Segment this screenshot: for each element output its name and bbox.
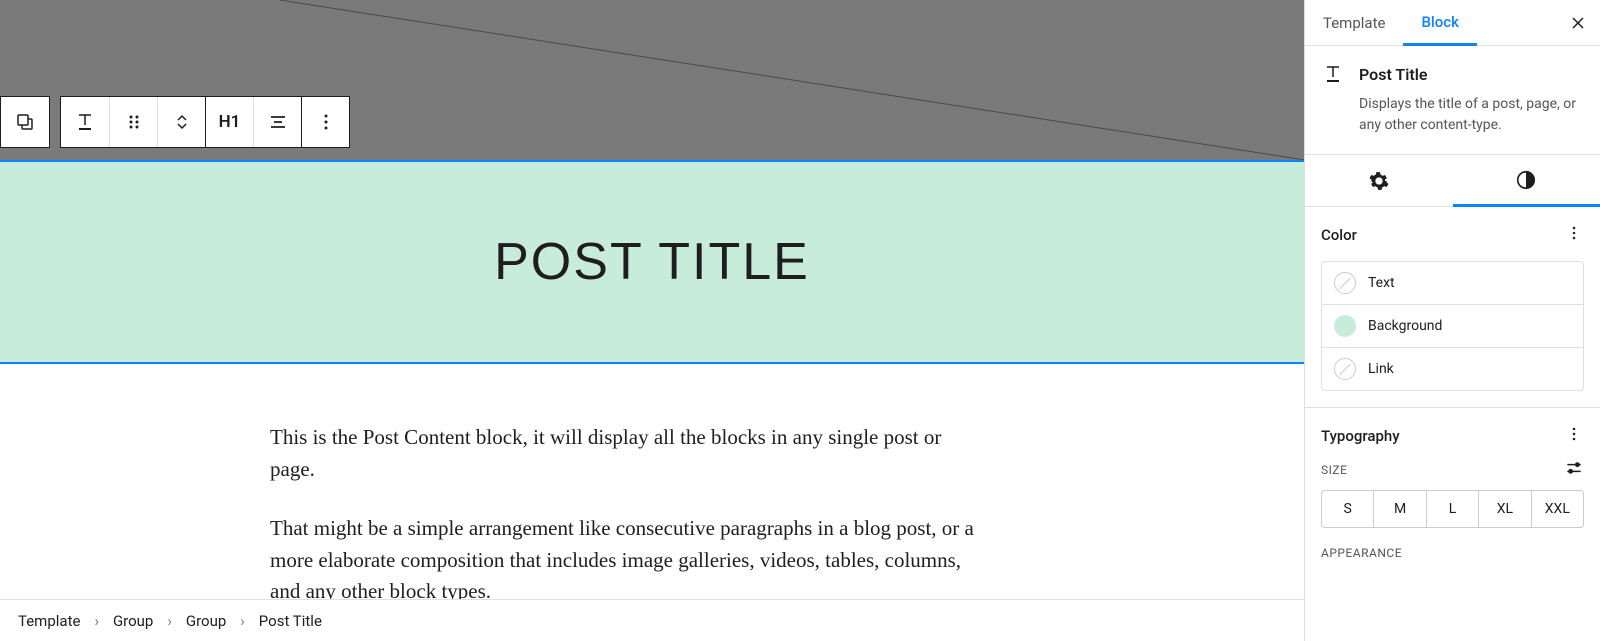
block-toolbar: H1 bbox=[0, 96, 350, 148]
gear-icon bbox=[1368, 170, 1390, 192]
move-updown-button[interactable] bbox=[157, 97, 205, 147]
size-label: SIZE bbox=[1321, 463, 1347, 477]
tab-block[interactable]: Block bbox=[1403, 1, 1476, 46]
template-header-region: H1 bbox=[0, 0, 1304, 160]
post-title-icon bbox=[73, 110, 97, 134]
color-text-label: Text bbox=[1368, 275, 1395, 291]
color-background-row[interactable]: Background bbox=[1322, 304, 1583, 347]
color-background-label: Background bbox=[1368, 318, 1442, 334]
swatch-none-icon bbox=[1334, 272, 1356, 294]
size-l[interactable]: L bbox=[1426, 491, 1478, 527]
swatch-background-icon bbox=[1334, 315, 1356, 337]
content-paragraph: This is the Post Content block, it will … bbox=[270, 422, 980, 485]
size-m[interactable]: M bbox=[1373, 491, 1425, 527]
align-button[interactable] bbox=[253, 97, 301, 147]
settings-subtab[interactable] bbox=[1305, 155, 1453, 206]
post-content-block[interactable]: This is the Post Content block, it will … bbox=[0, 364, 1000, 636]
color-link-row[interactable]: Link bbox=[1322, 347, 1583, 390]
block-description: Displays the title of a post, page, or a… bbox=[1321, 94, 1584, 136]
crumb-group[interactable]: Group bbox=[113, 612, 153, 630]
close-icon bbox=[1568, 13, 1588, 33]
block-type-button[interactable] bbox=[61, 97, 109, 147]
appearance-label: APPEARANCE bbox=[1321, 546, 1584, 560]
color-panel: Color Text Background Link bbox=[1305, 207, 1600, 408]
color-panel-menu[interactable] bbox=[1564, 223, 1584, 247]
contrast-icon bbox=[1515, 169, 1537, 191]
crumb-template[interactable]: Template bbox=[18, 612, 80, 630]
editor-canvas: H1 POST TITLE This is the Post Content b… bbox=[0, 0, 1305, 641]
size-s[interactable]: S bbox=[1322, 491, 1373, 527]
drag-icon bbox=[122, 110, 146, 134]
close-sidebar-button[interactable] bbox=[1564, 9, 1592, 37]
settings-sidebar: Template Block Post Title Displays the t… bbox=[1305, 0, 1600, 641]
typography-panel-menu[interactable] bbox=[1564, 424, 1584, 448]
block-info-panel: Post Title Displays the title of a post,… bbox=[1305, 46, 1600, 155]
stack-icon bbox=[13, 110, 37, 134]
drag-handle[interactable] bbox=[109, 97, 157, 147]
sliders-icon bbox=[1564, 458, 1584, 478]
size-custom-toggle[interactable] bbox=[1564, 458, 1584, 482]
tab-template[interactable]: Template bbox=[1305, 0, 1403, 45]
crumb-post-title[interactable]: Post Title bbox=[259, 612, 322, 630]
align-icon bbox=[266, 110, 290, 134]
size-xxl[interactable]: XXL bbox=[1531, 491, 1583, 527]
chevron-right-icon: › bbox=[167, 612, 172, 630]
kebab-icon bbox=[314, 110, 338, 134]
chevron-right-icon: › bbox=[94, 612, 99, 630]
post-title-text: POST TITLE bbox=[494, 232, 810, 292]
heading-level-button[interactable]: H1 bbox=[205, 97, 253, 147]
size-buttons: S M L XL XXL bbox=[1321, 490, 1584, 528]
content-paragraph: That might be a simple arrangement like … bbox=[270, 513, 980, 608]
kebab-icon bbox=[1564, 223, 1584, 243]
swatch-none-icon bbox=[1334, 358, 1356, 380]
inspector-subtabs bbox=[1305, 155, 1600, 207]
typography-panel: Typography SIZE S M L XL XXL APPEARANCE bbox=[1305, 408, 1600, 576]
styles-subtab[interactable] bbox=[1453, 155, 1600, 207]
more-options-button[interactable] bbox=[301, 97, 349, 147]
block-breadcrumb: Template › Group › Group › Post Title bbox=[0, 599, 1304, 641]
typography-panel-title: Typography bbox=[1321, 427, 1400, 445]
sidebar-tabs: Template Block bbox=[1305, 0, 1600, 46]
color-text-row[interactable]: Text bbox=[1322, 262, 1583, 304]
size-xl[interactable]: XL bbox=[1478, 491, 1530, 527]
chevron-updown-icon bbox=[170, 110, 194, 134]
crumb-group[interactable]: Group bbox=[186, 612, 226, 630]
post-title-block[interactable]: POST TITLE bbox=[0, 160, 1304, 364]
color-panel-title: Color bbox=[1321, 226, 1357, 244]
heading-level-label: H1 bbox=[219, 112, 241, 132]
kebab-icon bbox=[1564, 424, 1584, 444]
post-title-icon bbox=[1321, 62, 1345, 86]
chevron-right-icon: › bbox=[240, 612, 245, 630]
select-parent-button[interactable] bbox=[1, 97, 49, 147]
block-name: Post Title bbox=[1359, 65, 1428, 84]
color-link-label: Link bbox=[1368, 361, 1394, 377]
